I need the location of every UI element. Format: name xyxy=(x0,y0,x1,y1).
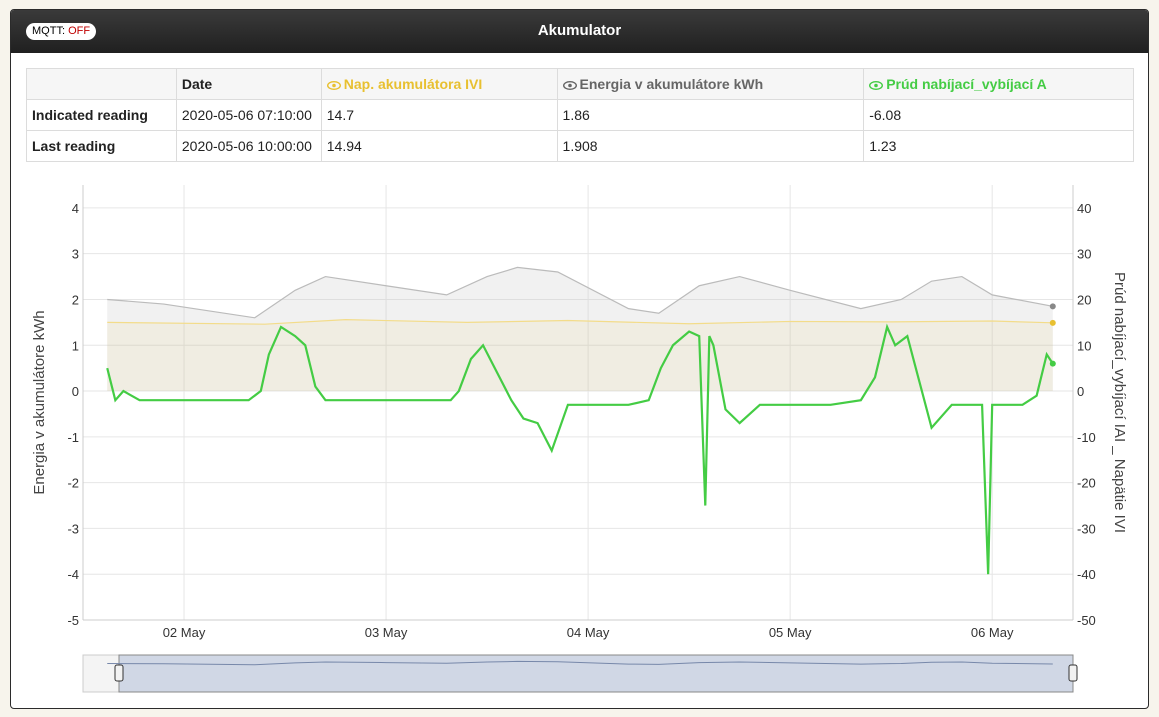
cell-energy: 1.86 xyxy=(556,99,865,131)
panel-header: MQTT: OFF Akumulator xyxy=(11,10,1148,53)
right-axis-tick: 10 xyxy=(1077,338,1091,353)
left-axis-tick: 0 xyxy=(72,384,79,399)
left-axis-tick: 1 xyxy=(72,338,79,353)
left-axis-title: Energia v akumulátore kWh xyxy=(31,310,48,494)
panel-title: Akumulator xyxy=(537,22,622,39)
series-end-point-voltage xyxy=(1049,319,1056,326)
table-row: Last reading 2020-05-06 10:00:00 14.94 1… xyxy=(26,130,1134,162)
right-axis-tick: 30 xyxy=(1077,247,1091,262)
eye-icon xyxy=(326,80,341,90)
header-current-label: Prúd nabíjací_vybíjací A xyxy=(886,76,1047,92)
right-axis-tick: -20 xyxy=(1077,476,1096,491)
x-axis-tick: 04 May xyxy=(567,625,610,640)
eye-icon xyxy=(562,80,577,90)
header-energy-label: Energia v akumulátore kWh xyxy=(579,76,764,92)
cell-voltage: 14.94 xyxy=(320,130,558,162)
left-axis-tick: 2 xyxy=(72,292,79,307)
row-label: Last reading xyxy=(26,130,177,162)
readings-table: Date Nap. akumulátora IVI Energia v akum… xyxy=(26,68,1134,162)
series-end-point-energy xyxy=(1049,303,1056,310)
cell-date: 2020-05-06 07:10:00 xyxy=(175,99,322,131)
right-axis-tick: -10 xyxy=(1077,430,1096,445)
header-empty xyxy=(26,68,177,100)
cell-current: 1.23 xyxy=(863,130,1134,162)
right-axis-tick: -50 xyxy=(1077,613,1096,628)
header-voltage-label: Nap. akumulátora IVI xyxy=(343,76,483,92)
navigator-selection xyxy=(118,654,1074,693)
left-axis-tick: -5 xyxy=(67,613,79,628)
left-axis-tick: 4 xyxy=(72,201,79,216)
right-axis-tick: 20 xyxy=(1077,292,1091,307)
right-axis-tick: 0 xyxy=(1077,384,1084,399)
series-end-point-current xyxy=(1049,360,1056,367)
left-axis-tick: -2 xyxy=(67,476,79,491)
history-chart[interactable]: 43210-1-2-3-4-5403020100-10-20-30-40-500… xyxy=(11,180,1149,700)
cell-energy: 1.908 xyxy=(556,130,865,162)
header-energy[interactable]: Energia v akumulátore kWh xyxy=(556,68,865,100)
eye-icon xyxy=(869,80,884,90)
x-axis-tick: 06 May xyxy=(971,625,1014,640)
left-axis-tick: -4 xyxy=(67,567,79,582)
cell-current: -6.08 xyxy=(863,99,1134,131)
header-current[interactable]: Prúd nabíjací_vybíjací A xyxy=(863,68,1134,100)
right-axis-tick: -30 xyxy=(1077,521,1096,536)
cell-date: 2020-05-06 10:00:00 xyxy=(175,130,322,162)
left-axis-tick: -3 xyxy=(67,521,79,536)
right-axis-tick: 40 xyxy=(1077,201,1091,216)
navigator-handle[interactable] xyxy=(1068,664,1078,682)
series-area-voltage xyxy=(107,319,1053,392)
left-axis-tick: 3 xyxy=(72,247,79,262)
x-axis-tick: 05 May xyxy=(769,625,812,640)
navigator-handle[interactable] xyxy=(114,664,124,682)
cell-voltage: 14.7 xyxy=(320,99,558,131)
table-row: Indicated reading 2020-05-06 07:10:00 14… xyxy=(26,99,1134,131)
right-axis-title: Prúd nabíjací_vybíjací IAI _ Napätie IVI xyxy=(1111,272,1128,533)
left-axis-tick: -1 xyxy=(67,430,79,445)
table-header-row: Date Nap. akumulátora IVI Energia v akum… xyxy=(26,68,1134,100)
x-axis-tick: 03 May xyxy=(365,625,408,640)
right-axis-tick: -40 xyxy=(1077,567,1096,582)
header-date: Date xyxy=(175,68,322,100)
row-label: Indicated reading xyxy=(26,99,177,131)
akumulator-panel: MQTT: OFF Akumulator Date Nap. akumuláto… xyxy=(10,9,1149,709)
header-voltage[interactable]: Nap. akumulátora IVI xyxy=(320,68,558,100)
x-axis-tick: 02 May xyxy=(163,625,206,640)
